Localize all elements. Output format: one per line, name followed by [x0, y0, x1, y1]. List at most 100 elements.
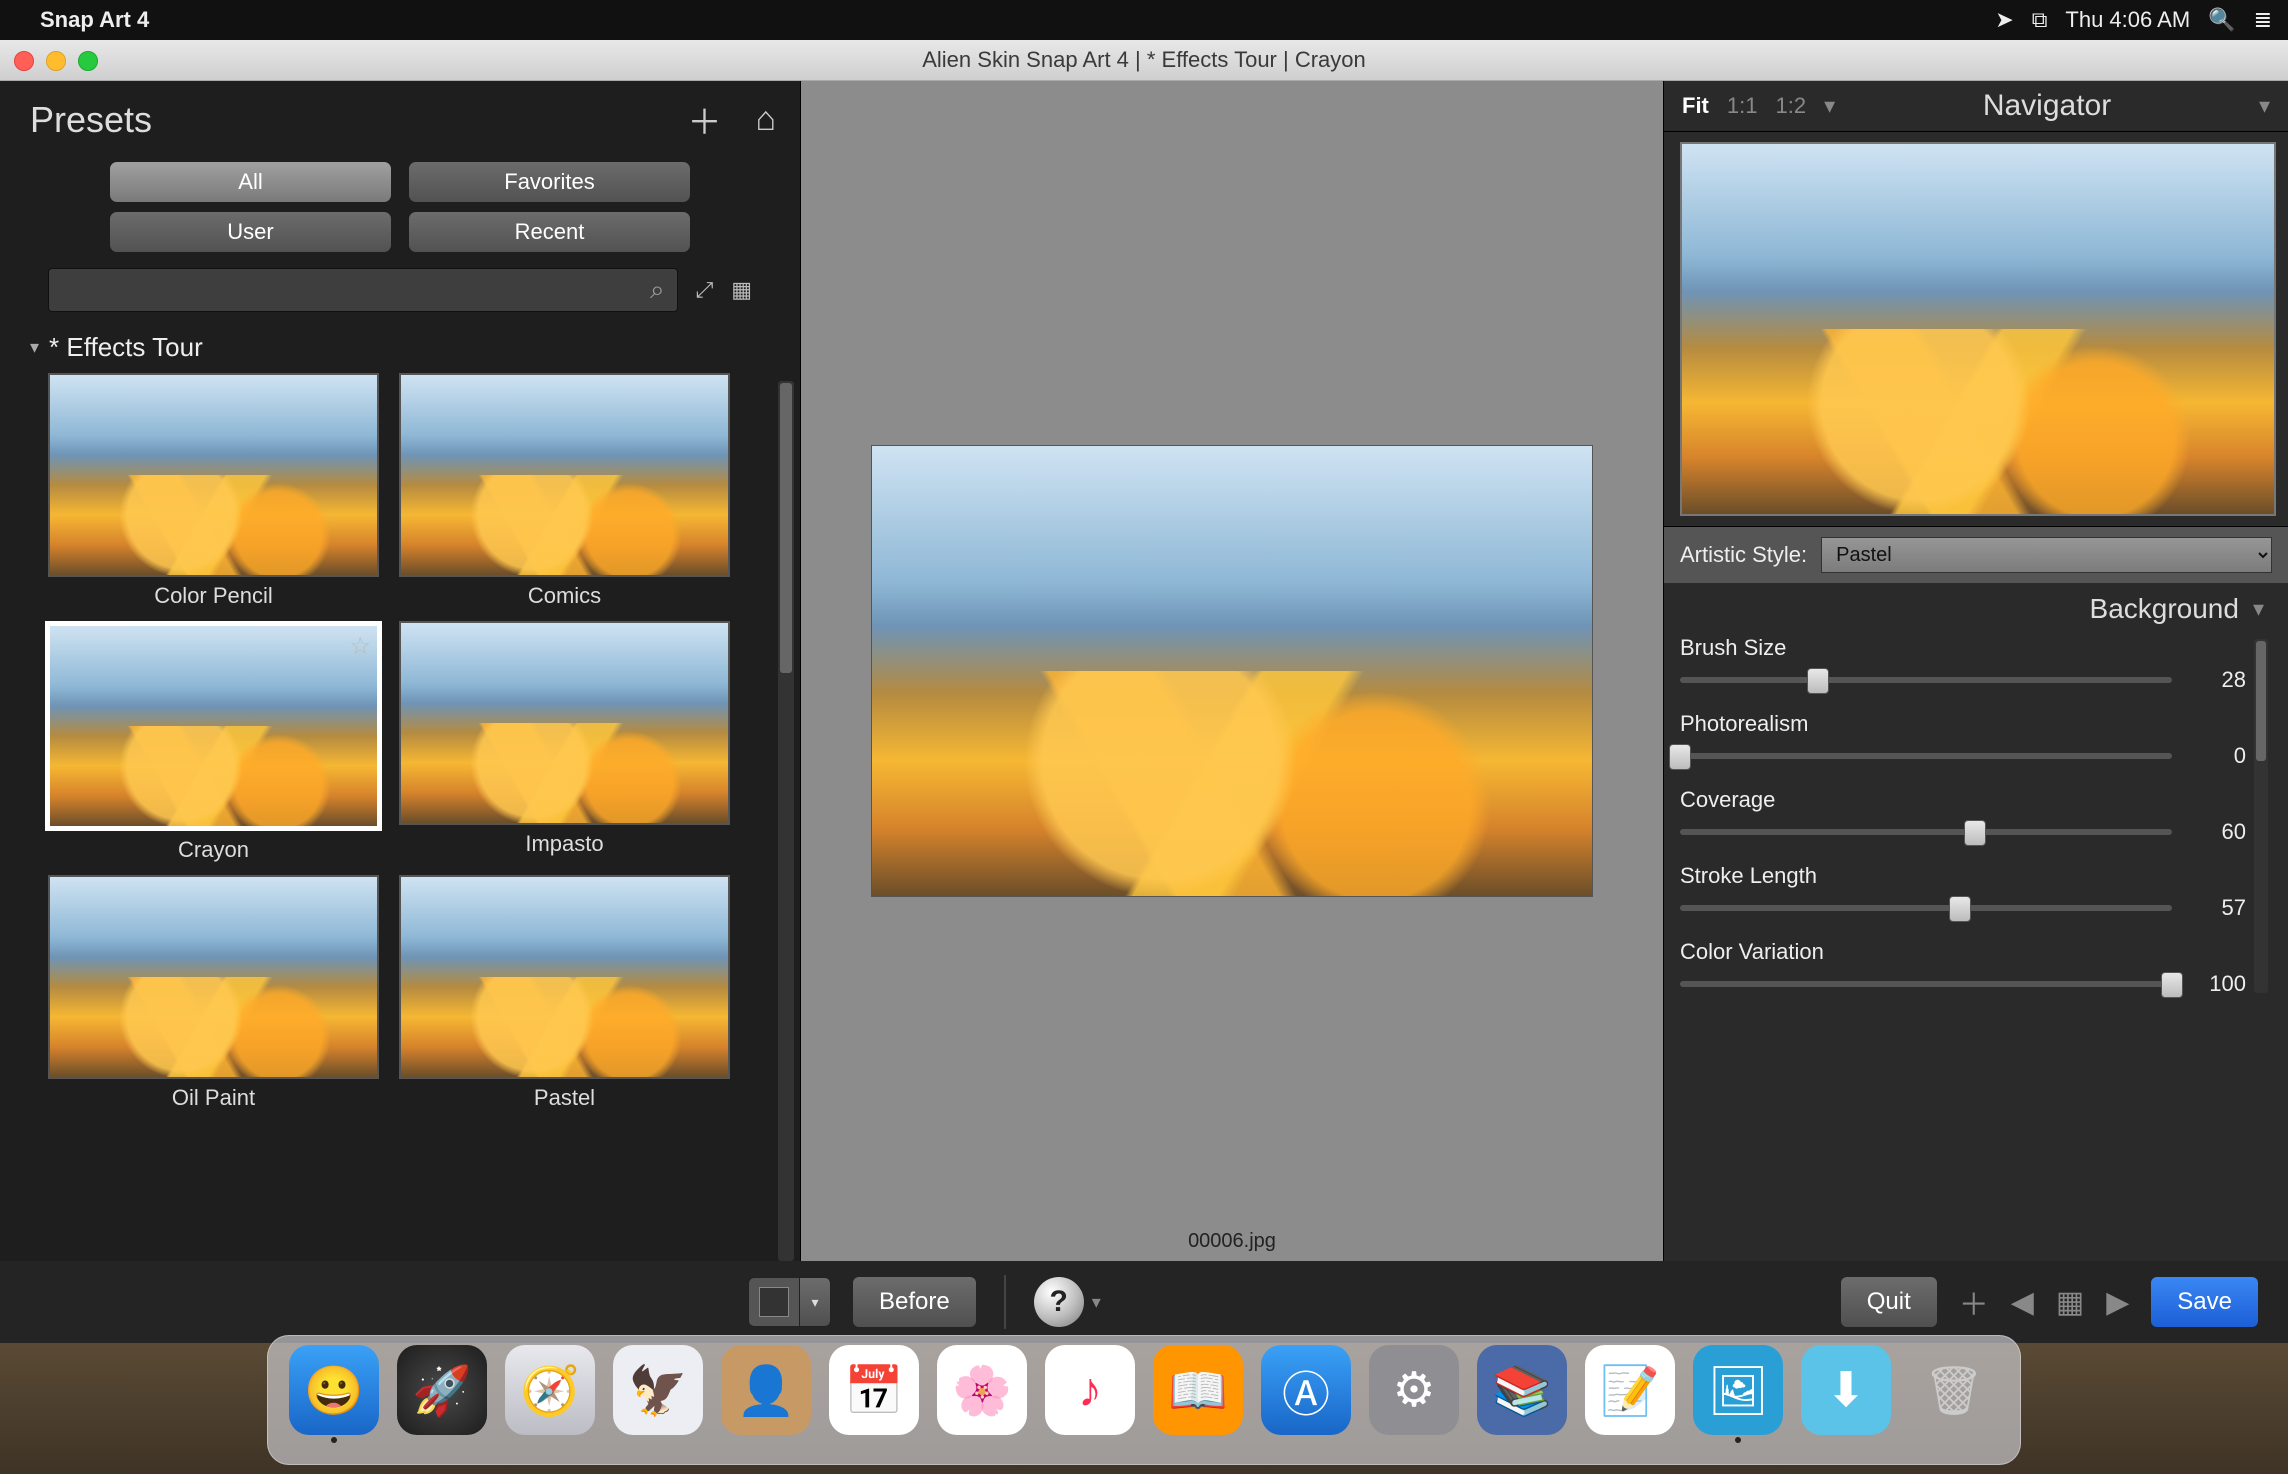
dock-photos-icon[interactable]: 🌸 [937, 1345, 1027, 1435]
clock[interactable]: Thu 4:06 AM [2065, 7, 2190, 33]
quit-button[interactable]: Quit [1841, 1277, 1937, 1327]
next-arrow-icon[interactable]: ▶ [2106, 1285, 2129, 1320]
app-name[interactable]: Snap Art 4 [40, 7, 149, 33]
slider-color-variation: Color Variation100 [1680, 939, 2246, 997]
preset-label: Pastel [534, 1085, 595, 1111]
slider-value: 28 [2190, 667, 2246, 693]
favorite-star-icon[interactable]: ☆ [349, 632, 371, 661]
window-zoom-button[interactable] [78, 51, 98, 71]
slider-track[interactable] [1680, 981, 2172, 987]
preset-thumb-pastel[interactable]: Pastel [401, 875, 728, 1111]
filter-favorites-button[interactable]: Favorites [409, 162, 690, 202]
prev-arrow-icon[interactable]: ◀ [2011, 1285, 2034, 1320]
dock-sysprefs-icon[interactable]: ⚙ [1369, 1345, 1459, 1435]
help-icon[interactable]: ? [1034, 1277, 1084, 1327]
collapse-icon[interactable]: ⤢ [696, 277, 714, 303]
filename-label: 00006.jpg [1188, 1230, 1276, 1253]
preview-canvas[interactable] [872, 446, 1592, 896]
preset-thumb-color-pencil[interactable]: Color Pencil [50, 373, 377, 609]
slider-value: 0 [2190, 743, 2246, 769]
background-menu-icon[interactable]: ▾ [2253, 596, 2264, 622]
add-icon[interactable]: ＋ [1959, 1280, 1989, 1324]
background-section-title: Background [2090, 593, 2239, 625]
navigator-panel: Fit 1:1 1:2 ▾ Navigator ▾ Artistic Style… [1663, 81, 2288, 1261]
slider-value: 60 [2190, 819, 2246, 845]
dock-app1-icon[interactable]: 📚 [1477, 1345, 1567, 1435]
filter-all-button[interactable]: All [110, 162, 391, 202]
preset-search-input[interactable]: ⌕ [48, 268, 678, 312]
disclosure-triangle-icon: ▾ [30, 337, 39, 358]
slider-label: Brush Size [1680, 635, 2246, 661]
navigator-menu-icon[interactable]: ▾ [2259, 93, 2270, 119]
dock-appstore-icon[interactable]: Ⓐ [1261, 1345, 1351, 1435]
preset-group-header[interactable]: ▾ * Effects Tour [0, 322, 800, 373]
dock-downloads-icon[interactable]: ⬇ [1801, 1345, 1891, 1435]
artistic-style-select[interactable]: Pastel [1821, 537, 2272, 573]
dock-trash-icon[interactable]: 🗑 [1909, 1345, 1999, 1435]
slider-photorealism: Photorealism 0 [1680, 711, 2246, 769]
dock-calendar-icon[interactable]: 📅 [829, 1345, 919, 1435]
cursor-icon[interactable]: ➤ [1995, 7, 2013, 33]
save-button[interactable]: Save [2151, 1277, 2258, 1327]
preset-thumb-comics[interactable]: Comics [401, 373, 728, 609]
presets-panel: Presets ＋ ⌂ All Favorites User Recent ⌕ … [0, 81, 801, 1261]
dock: 😀 🚀 🧭 🦅 👤 📅 🌸 ♪ 📖 Ⓐ ⚙ 📚 📝 🖼 ⬇ 🗑 [267, 1335, 2021, 1465]
navigator-title: Navigator [1835, 89, 2259, 123]
navigator-preview[interactable] [1680, 142, 2276, 516]
preset-label: Color Pencil [154, 583, 273, 609]
grid-view-icon[interactable]: ▦ [731, 277, 752, 303]
before-button[interactable]: Before [853, 1277, 976, 1327]
add-preset-icon[interactable]: ＋ [687, 95, 721, 144]
help-dropdown-icon[interactable]: ▾ [1092, 1292, 1101, 1313]
search-icon: ⌕ [650, 274, 665, 306]
displays-icon[interactable]: ⧉ [2032, 7, 2048, 33]
bottom-toolbar: ▾ Before ? ▾ Quit ＋ ◀ ▦ ▶ Save [0, 1261, 2288, 1343]
home-icon[interactable]: ⌂ [755, 100, 776, 139]
slider-track[interactable] [1680, 753, 2172, 759]
slider-label: Coverage [1680, 787, 2246, 813]
desktop: 😀 🚀 🧭 🦅 👤 📅 🌸 ♪ 📖 Ⓐ ⚙ 📚 📝 🖼 ⬇ 🗑 [0, 1343, 2288, 1474]
dock-launchpad-icon[interactable]: 🚀 [397, 1345, 487, 1435]
dock-mail-icon[interactable]: 🦅 [613, 1345, 703, 1435]
zoom-1-1-button[interactable]: 1:1 [1727, 93, 1758, 119]
menu-list-icon[interactable]: ≣ [2254, 7, 2272, 33]
slider-coverage: Coverage 60 [1680, 787, 2246, 845]
slider-label: Photorealism [1680, 711, 2246, 737]
dock-contacts-icon[interactable]: 👤 [721, 1345, 811, 1435]
split-view-selector[interactable]: ▾ [748, 1277, 831, 1327]
presets-title: Presets [30, 99, 152, 141]
preset-label: Crayon [178, 837, 249, 863]
slider-track[interactable] [1680, 677, 2172, 683]
slider-track[interactable] [1680, 905, 2172, 911]
preset-scrollbar[interactable] [778, 381, 794, 1261]
slider-label: Stroke Length [1680, 863, 2246, 889]
zoom-1-2-button[interactable]: 1:2 [1775, 93, 1806, 119]
zoom-fit-button[interactable]: Fit [1682, 93, 1709, 119]
artistic-style-label: Artistic Style: [1680, 542, 1807, 568]
spotlight-icon[interactable]: 🔍 [2208, 7, 2235, 33]
filter-recent-button[interactable]: Recent [409, 212, 690, 252]
dock-finder-icon[interactable]: 😀 [289, 1345, 379, 1435]
preset-label: Oil Paint [172, 1085, 255, 1111]
slider-stroke-length: Stroke Length 57 [1680, 863, 2246, 921]
preset-thumb-impasto[interactable]: Impasto [401, 621, 728, 863]
macos-menubar: Snap Art 4 ➤ ⧉ Thu 4:06 AM 🔍 ≣ [0, 0, 2288, 40]
window-minimize-button[interactable] [46, 51, 66, 71]
preset-group-title: * Effects Tour [49, 332, 203, 363]
slider-value: 57 [2190, 895, 2246, 921]
dock-itunes-icon[interactable]: ♪ [1045, 1345, 1135, 1435]
slider-track[interactable] [1680, 829, 2172, 835]
preset-thumb-oil-paint[interactable]: Oil Paint [50, 875, 377, 1111]
window-titlebar: Alien Skin Snap Art 4 | * Effects Tour |… [0, 40, 2288, 81]
divider [1004, 1275, 1006, 1329]
grid-icon[interactable]: ▦ [2056, 1285, 2084, 1320]
dock-ibooks-icon[interactable]: 📖 [1153, 1345, 1243, 1435]
zoom-dropdown-icon[interactable]: ▾ [1824, 93, 1835, 119]
dock-textedit-icon[interactable]: 📝 [1585, 1345, 1675, 1435]
preset-thumb-crayon[interactable]: ☆ Crayon [50, 621, 377, 863]
controls-scrollbar[interactable] [2254, 639, 2268, 993]
dock-safari-icon[interactable]: 🧭 [505, 1345, 595, 1435]
window-close-button[interactable] [14, 51, 34, 71]
dock-snapart-icon[interactable]: 🖼 [1693, 1345, 1783, 1435]
filter-user-button[interactable]: User [110, 212, 391, 252]
